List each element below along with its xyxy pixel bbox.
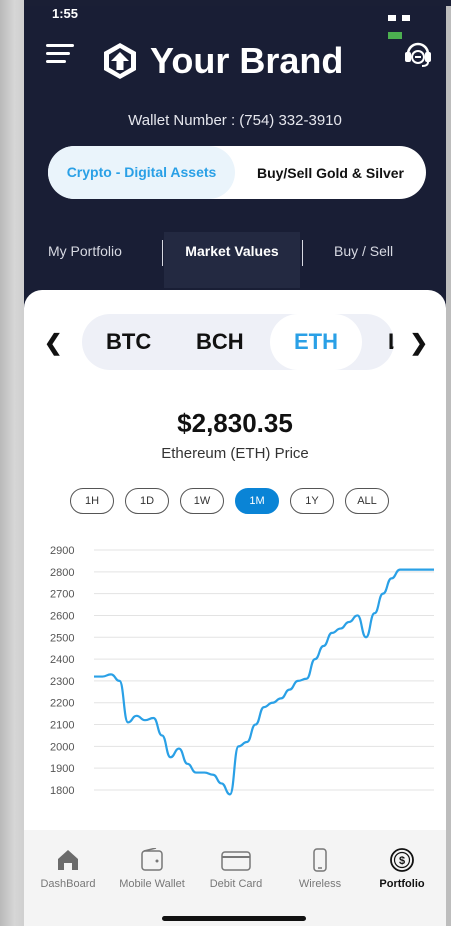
- tab-divider: [162, 240, 163, 266]
- price-label: Ethereum (ETH) Price: [161, 445, 309, 462]
- wallet-number: Wallet Number : (754) 332-3910: [128, 112, 342, 129]
- nav-label: Portfolio: [379, 878, 425, 890]
- y-tick-label: 2600: [50, 610, 74, 622]
- price-value: $2,830.35: [177, 408, 293, 438]
- y-tick-label: 2800: [50, 567, 74, 579]
- credit-card-icon: [221, 851, 251, 871]
- coin-bch[interactable]: BCH: [196, 314, 244, 370]
- portfolio-tabs: My Portfolio Market Values Buy / Sell: [24, 232, 446, 288]
- tab-divider: [302, 240, 303, 266]
- tab-my-portfolio[interactable]: My Portfolio: [48, 232, 122, 288]
- segment-crypto[interactable]: Crypto - Digital Assets: [48, 146, 235, 199]
- nav-item-debit-card[interactable]: Debit Card: [194, 830, 278, 900]
- home-indicator: [162, 916, 306, 921]
- hamburger-menu-icon[interactable]: [46, 44, 74, 68]
- nav-item-dashboard[interactable]: DashBoard: [26, 830, 110, 900]
- y-tick-label: 2100: [50, 720, 74, 732]
- asset-type-segmented-control: Crypto - Digital Assets Buy/Sell Gold & …: [48, 146, 426, 199]
- brand-logo-icon: [104, 43, 136, 79]
- range-all[interactable]: ALL: [345, 488, 389, 514]
- status-time: 1:55: [52, 6, 79, 21]
- tab-buy-sell[interactable]: Buy / Sell: [334, 232, 393, 288]
- price-series-line: [94, 568, 434, 796]
- nav-item-mobile-wallet[interactable]: Mobile Wallet: [110, 830, 194, 900]
- device-bezel-left: [0, 0, 24, 926]
- y-tick-label: 2200: [50, 698, 74, 710]
- y-tick-label: 2900: [50, 545, 74, 557]
- range-1d[interactable]: 1D: [125, 488, 169, 514]
- wallet-icon: [141, 848, 163, 871]
- nav-label: Wireless: [298, 878, 342, 890]
- range-1y[interactable]: 1Y: [290, 488, 334, 514]
- range-1h[interactable]: 1H: [70, 488, 114, 514]
- chevron-left-icon[interactable]: ❮: [44, 330, 62, 356]
- nav-item-portfolio[interactable]: $ Portfolio: [360, 830, 444, 900]
- market-values-panel: ❮ BTC BCH ETH L ❯ $2,830.35 Ethereum (ET…: [24, 290, 446, 926]
- nav-label: Mobile Wallet: [119, 878, 185, 890]
- price-line-chart: 2900 2800 2700 2600 2500 2400 2300 2200 2100 2000…: [50, 545, 435, 797]
- y-tick-label: 1800: [50, 785, 74, 797]
- headset-support-icon[interactable]: [402, 38, 434, 70]
- phone-screen: 1:55 Your Brand Wallet Number : (754) 33…: [24, 6, 446, 926]
- range-1w[interactable]: 1W: [180, 488, 224, 514]
- battery-icon: [388, 32, 402, 39]
- wifi-icon: [402, 15, 411, 21]
- phone-icon: [313, 848, 327, 872]
- range-1m[interactable]: 1M: [235, 488, 279, 514]
- bottom-navigation: DashBoard Mobile Wallet Debit Card Wirel…: [24, 830, 446, 926]
- chevron-right-icon[interactable]: ❯: [410, 330, 428, 356]
- nav-label: Debit Card: [209, 878, 263, 890]
- signal-icon: [388, 15, 396, 21]
- brand-name: Your Brand: [150, 40, 344, 81]
- status-icons: [388, 8, 428, 39]
- segment-gold-silver[interactable]: Buy/Sell Gold & Silver: [235, 165, 426, 181]
- dollar-coin-icon: $: [390, 848, 414, 872]
- coin-btc[interactable]: BTC: [106, 314, 151, 370]
- coin-ltc-partial[interactable]: L: [388, 314, 394, 370]
- y-tick-label: 2000: [50, 741, 74, 753]
- y-tick-label: 2500: [50, 632, 74, 644]
- y-tick-label: 2700: [50, 589, 74, 601]
- nav-item-wireless[interactable]: Wireless: [278, 830, 362, 900]
- svg-text:$: $: [399, 855, 405, 867]
- coin-eth[interactable]: ETH: [270, 314, 362, 370]
- y-tick-label: 2300: [50, 676, 74, 688]
- brand-header: Your Brand: [100, 36, 370, 86]
- y-tick-label: 2400: [50, 654, 74, 666]
- tab-market-values[interactable]: Market Values: [164, 232, 300, 288]
- coin-selector: BTC BCH ETH L: [82, 314, 394, 370]
- y-tick-label: 1900: [50, 763, 74, 775]
- home-icon: [58, 850, 78, 870]
- nav-label: DashBoard: [40, 878, 96, 890]
